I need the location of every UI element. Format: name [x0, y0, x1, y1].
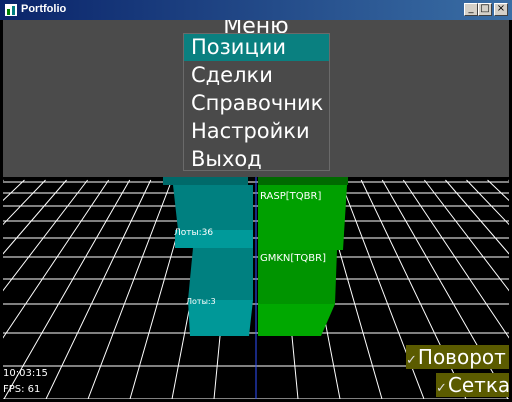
checkmark-icon: ✓ [406, 353, 417, 368]
window-title: Portfolio [21, 3, 67, 15]
title-bar[interactable]: Portfolio _ □ × [0, 0, 512, 20]
minimize-button[interactable]: _ [464, 3, 478, 16]
grid-toggle[interactable]: ✓Сетка [436, 373, 509, 397]
app-icon [5, 4, 17, 16]
menu-item-positions[interactable]: Позиции [184, 34, 329, 61]
menu-panel: Меню Позиции Сделки Справочник Настройки… [3, 20, 509, 177]
rotate-toggle[interactable]: ✓Поворот [406, 345, 509, 369]
maximize-button[interactable]: □ [478, 3, 492, 16]
rotate-toggle-label: Поворот [417, 345, 506, 369]
clock-text: 10:03:15 [3, 368, 48, 379]
cyan-bar-lower [188, 248, 253, 300]
green-bar-top [258, 177, 348, 185]
green-bar-gmkn-face [258, 304, 335, 336]
lots-label-2: Лоты:3 [186, 297, 216, 306]
3d-viewport[interactable]: RASP[TQBR] GMKN[TQBR] Лоты:36 Лоты:3 Мен… [3, 20, 509, 399]
cyan-bar-upper [173, 185, 253, 230]
close-button[interactable]: × [494, 3, 508, 16]
menu-item-reference[interactable]: Справочник [184, 90, 329, 117]
menu-list: Позиции Сделки Справочник Настройки Выхо… [183, 33, 330, 171]
lots-label-1: Лоты:36 [174, 228, 214, 238]
grid-toggle-label: Сетка [447, 373, 509, 397]
bar-label-gmkn: GMKN[TQBR] [260, 253, 327, 264]
app-window: Portfolio _ □ × RASP[TQBR] GMKN[TQBR] Ло… [0, 0, 512, 402]
cyan-bar-top [163, 177, 248, 185]
menu-item-trades[interactable]: Сделки [184, 62, 329, 89]
menu-item-settings[interactable]: Настройки [184, 118, 329, 145]
menu-item-exit[interactable]: Выход [184, 146, 329, 173]
bar-label-rasp: RASP[TQBR] [260, 191, 322, 202]
checkmark-icon: ✓ [436, 381, 447, 396]
fps-counter: FPS: 61 [3, 384, 41, 395]
